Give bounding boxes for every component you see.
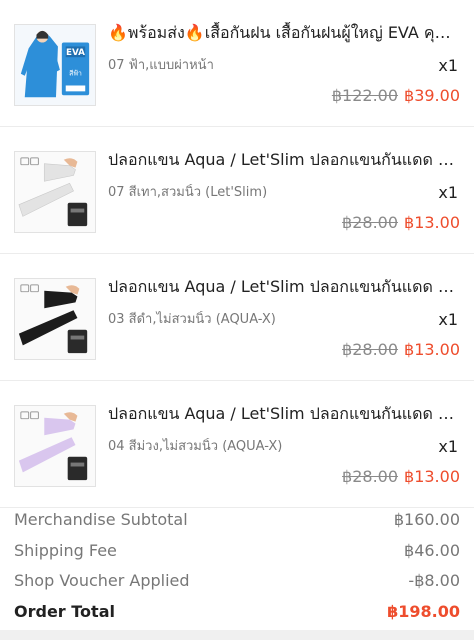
product-quantity: x1 — [438, 310, 458, 329]
merchandise-subtotal-value: ฿160.00 — [393, 510, 460, 529]
order-item[interactable]: ปลอกแขน Aqua / Let'Slim ปลอกแขนกันแดด UV… — [0, 381, 474, 508]
price-group: ฿28.00 ฿13.00 — [342, 340, 460, 359]
product-quantity: x1 — [438, 437, 458, 456]
product-image[interactable] — [14, 151, 96, 233]
product-variant: 07 ฟ้า,แบบผ่าหน้า — [108, 58, 214, 73]
section-divider — [0, 630, 474, 640]
product-quantity: x1 — [438, 183, 458, 202]
raincoat-color-text: สีฟ้า — [69, 70, 82, 78]
shipping-fee-value: ฿46.00 — [404, 540, 460, 560]
discounted-price: ฿39.00 — [404, 86, 460, 105]
price-group: ฿28.00 ฿13.00 — [342, 467, 460, 486]
order-total-value: ฿198.00 — [387, 601, 460, 621]
raincoat-icon: EVA สีฟ้า — [15, 25, 95, 105]
raincoat-brand-text: EVA — [66, 48, 85, 58]
order-item-list: EVA สีฟ้า 🔥พร้อมส่ง🔥เสื้อกันฝน เสื้อกันฝ… — [0, 0, 474, 508]
product-title[interactable]: ปลอกแขน Aqua / Let'Slim ปลอกแขนกันแดด UV… — [108, 149, 460, 171]
shipping-fee-label: Shipping Fee — [14, 540, 117, 560]
product-title[interactable]: ปลอกแขน Aqua / Let'Slim ปลอกแขนกันแดด UV… — [108, 403, 460, 425]
original-price: ฿28.00 — [342, 213, 399, 232]
product-quantity: x1 — [438, 56, 458, 75]
product-image[interactable] — [14, 278, 96, 360]
arm-sleeve-icon — [15, 152, 95, 232]
arm-sleeve-icon — [15, 279, 95, 359]
product-title[interactable]: 🔥พร้อมส่ง🔥เสื้อกันฝน เสื้อกันฝนผู้ใหญ่ E… — [108, 22, 460, 44]
discounted-price: ฿13.00 — [404, 213, 460, 232]
original-price: ฿28.00 — [342, 467, 399, 486]
order-summary: Merchandise Subtotal ฿160.00 Shipping Fe… — [0, 505, 474, 627]
shipping-fee-row: Shipping Fee ฿46.00 — [0, 536, 474, 567]
product-image[interactable]: EVA สีฟ้า — [14, 24, 96, 106]
merchandise-subtotal-label: Merchandise Subtotal — [14, 510, 188, 529]
shop-voucher-label: Shop Voucher Applied — [14, 571, 190, 590]
product-variant: 03 สีดำ,ไม่สวมนิ้ว (AQUA-X) — [108, 312, 276, 327]
shop-voucher-row: Shop Voucher Applied -฿8.00 — [0, 566, 474, 597]
product-image[interactable] — [14, 405, 96, 487]
original-price: ฿122.00 — [331, 86, 399, 105]
merchandise-subtotal-row: Merchandise Subtotal ฿160.00 — [0, 505, 474, 536]
order-item[interactable]: ปลอกแขน Aqua / Let'Slim ปลอกแขนกันแดด UV… — [0, 254, 474, 381]
price-group: ฿28.00 ฿13.00 — [342, 213, 460, 232]
product-variant: 04 สีม่วง,ไม่สวมนิ้ว (AQUA-X) — [108, 439, 283, 454]
arm-sleeve-icon — [15, 406, 95, 486]
order-item[interactable]: ปลอกแขน Aqua / Let'Slim ปลอกแขนกันแดด UV… — [0, 127, 474, 254]
order-item[interactable]: EVA สีฟ้า 🔥พร้อมส่ง🔥เสื้อกันฝน เสื้อกันฝ… — [0, 0, 474, 127]
price-group: ฿122.00 ฿39.00 — [332, 86, 460, 105]
shop-voucher-value: -฿8.00 — [408, 571, 460, 590]
original-price: ฿28.00 — [342, 340, 399, 359]
discounted-price: ฿13.00 — [404, 467, 460, 486]
order-total-label: Order Total — [14, 601, 115, 621]
product-title[interactable]: ปลอกแขน Aqua / Let'Slim ปลอกแขนกันแดด UV… — [108, 276, 460, 298]
order-total-row: Order Total ฿198.00 — [0, 597, 474, 628]
product-variant: 07 สีเทา,สวมนิ้ว (Let'Slim) — [108, 185, 268, 200]
discounted-price: ฿13.00 — [404, 340, 460, 359]
